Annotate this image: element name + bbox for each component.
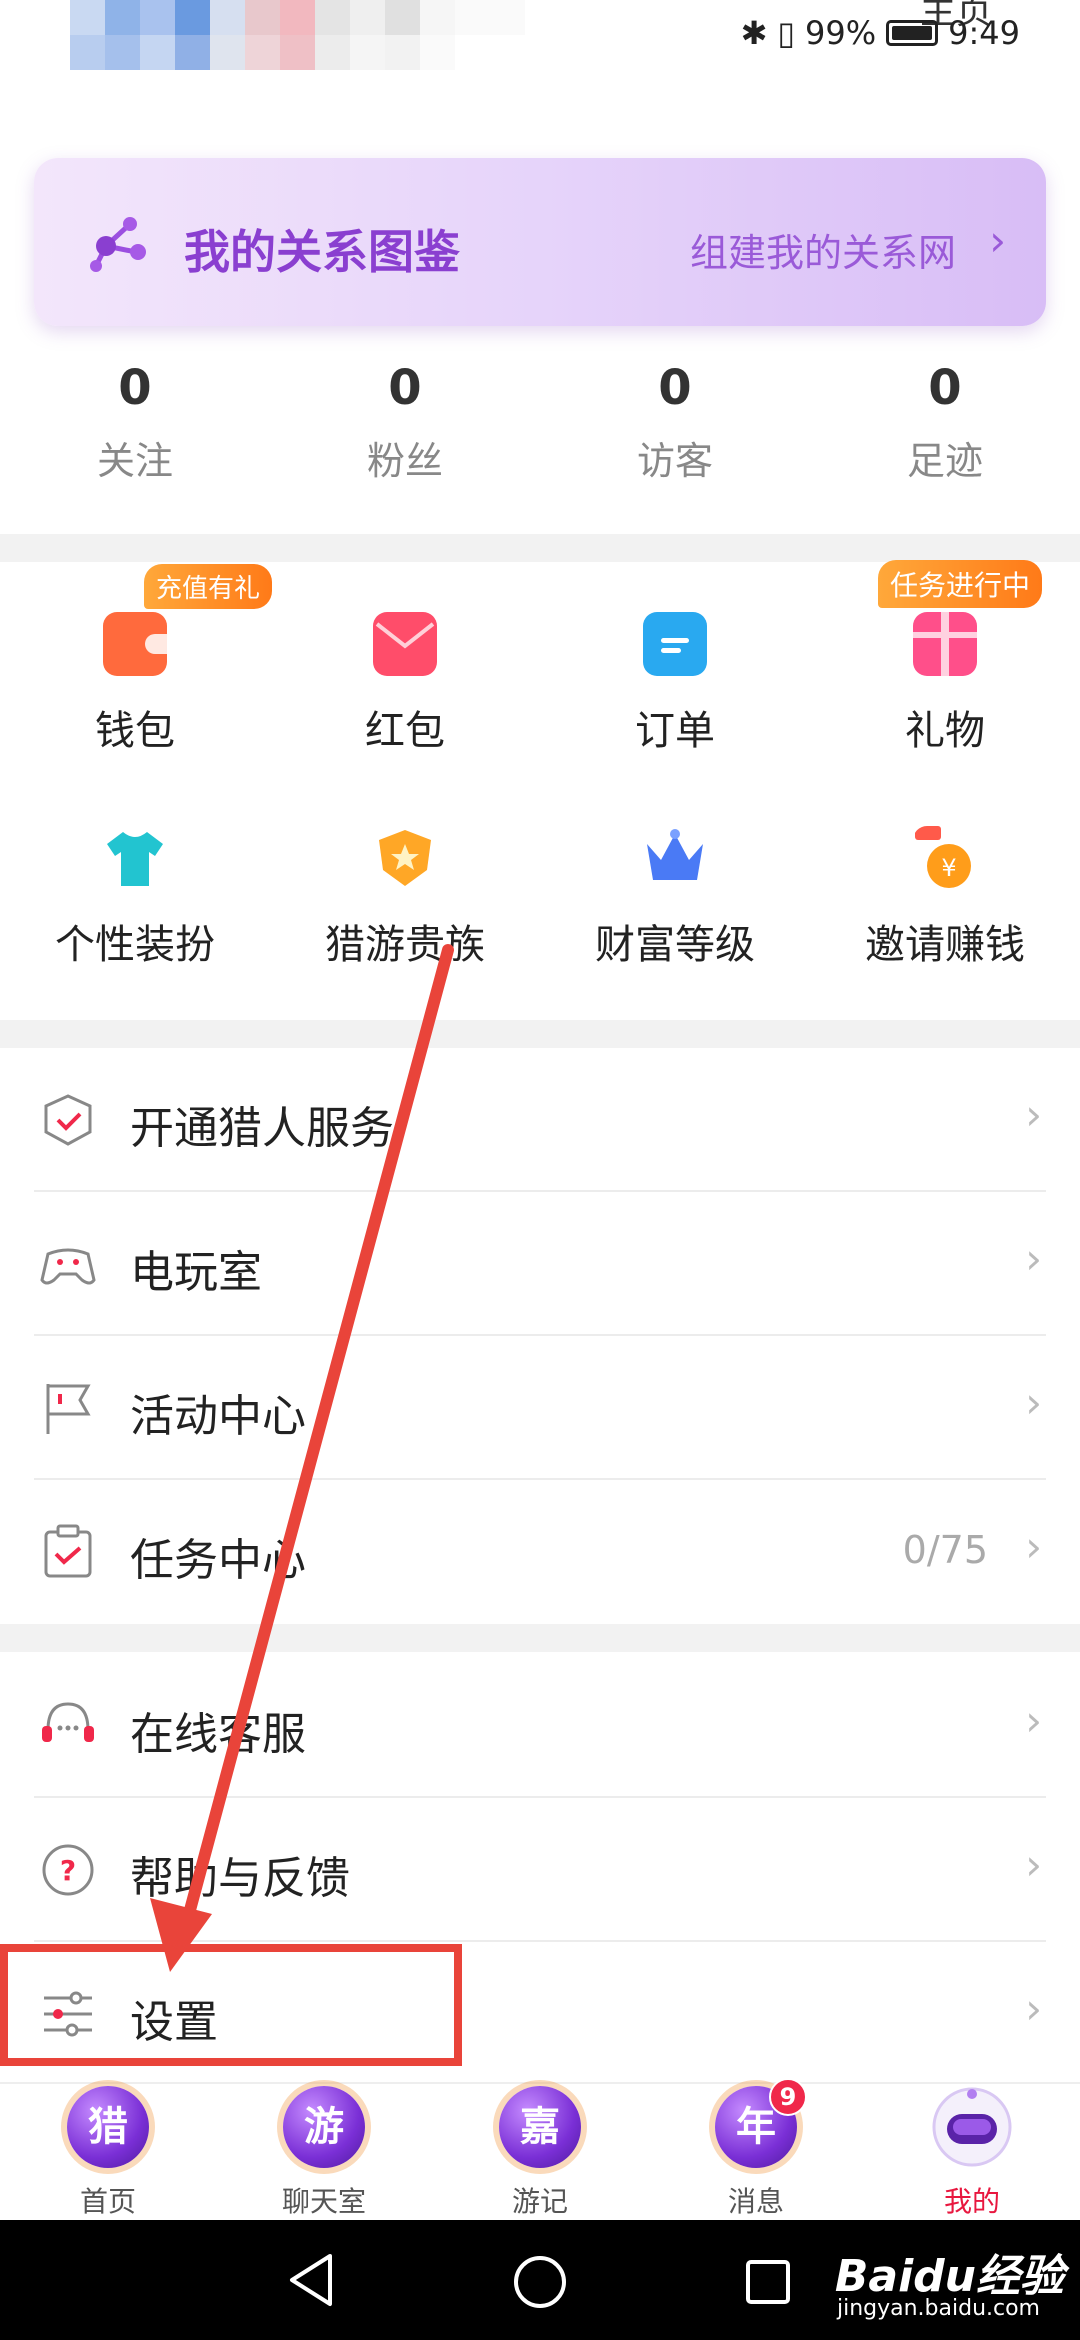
tab-mine[interactable]: 我的 — [864, 2086, 1080, 2220]
watermark-logo: Baidu经验 — [834, 2251, 1064, 2302]
unread-badge: 9 — [769, 2078, 807, 2116]
home-icon[interactable] — [512, 2254, 568, 2310]
tab-home[interactable]: 猎 首页 — [0, 2086, 216, 2220]
tab-label: 首页 — [79, 2185, 136, 2218]
annotation-highlight-box — [0, 1944, 462, 2066]
tab-chatroom[interactable]: 游 聊天室 — [216, 2086, 432, 2220]
recents-icon[interactable] — [744, 2258, 792, 2306]
tab-messages[interactable]: 年 9 消息 — [648, 2078, 864, 2220]
back-icon[interactable] — [286, 2252, 338, 2308]
watermark-url: jingyan.baidu.com — [836, 2296, 1040, 2321]
tab-glyph: 年 — [736, 2104, 776, 2150]
messages-tab-icon: 年 9 — [715, 2078, 807, 2168]
tab-label: 聊天室 — [281, 2185, 366, 2218]
home-tab-icon: 猎 — [67, 2086, 149, 2168]
tab-label: 消息 — [727, 2185, 784, 2218]
astronaut-avatar-icon — [932, 2087, 1012, 2167]
travelogue-tab-icon: 嘉 — [499, 2086, 581, 2168]
tab-travelogue[interactable]: 嘉 游记 — [432, 2086, 648, 2220]
tab-label: 游记 — [511, 2185, 568, 2218]
tab-label: 我的 — [943, 2185, 1000, 2218]
chatroom-tab-icon: 游 — [283, 2086, 365, 2168]
